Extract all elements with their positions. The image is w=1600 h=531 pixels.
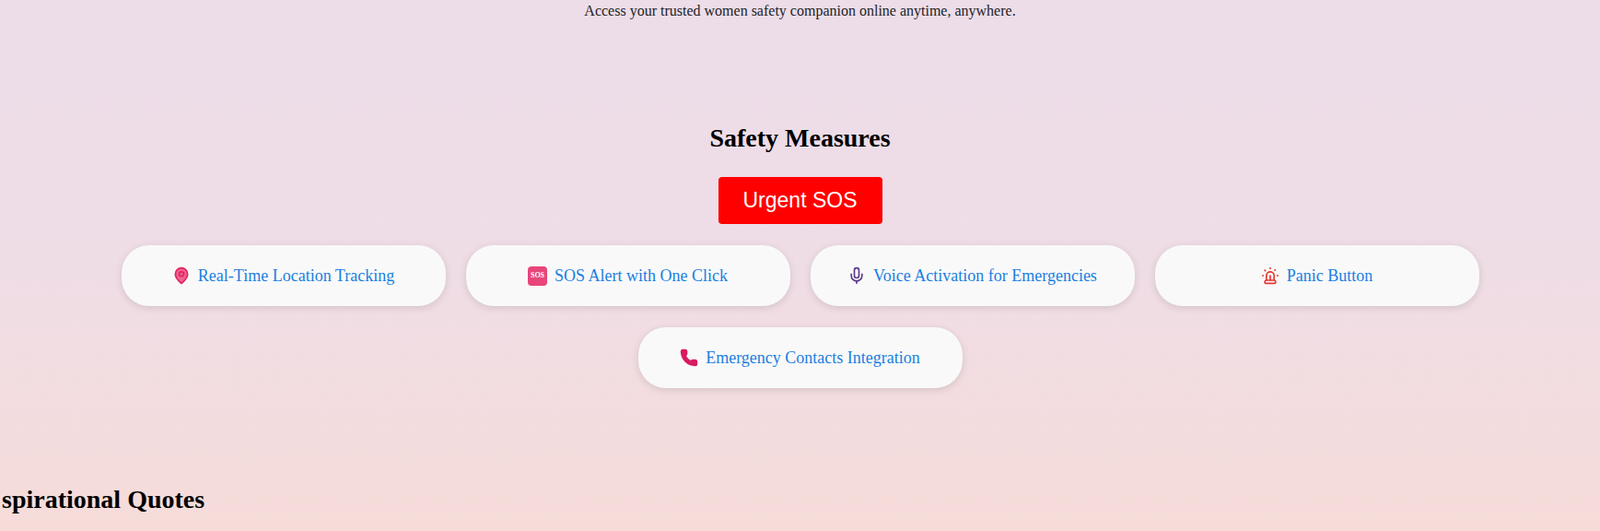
sos-icon: SOS	[527, 266, 548, 286]
feature-card[interactable]: SOS SOS Alert with One Click	[466, 245, 791, 306]
next-section-title: spirational Quotes	[0, 483, 1600, 515]
section-title: Safety Measures	[0, 122, 1600, 154]
feature-card[interactable]: Panic Button	[1155, 245, 1480, 306]
pin-icon	[172, 266, 191, 285]
phone-icon	[679, 348, 699, 367]
speaking-icon	[847, 266, 866, 285]
page: Access your trusted women safety compani…	[0, 0, 1600, 531]
feature-card[interactable]: Real-Time Location Tracking	[121, 245, 446, 306]
siren-icon	[1261, 266, 1280, 285]
feature-label: SOS Alert with One Click	[554, 263, 728, 289]
intro-text: Access your trusted women safety compani…	[0, 0, 1600, 21]
feature-label: Voice Activation for Emergencies	[873, 263, 1098, 289]
feature-label: Emergency Contacts Integration	[705, 345, 921, 371]
feature-label: Panic Button	[1286, 263, 1374, 289]
feature-label: Real-Time Location Tracking	[198, 263, 395, 289]
feature-list: Real-Time Location Tracking SOS SOS Alert …	[0, 245, 1600, 388]
urgent-sos-button[interactable]: Urgent SOS	[718, 176, 883, 224]
feature-card[interactable]: Emergency Contacts Integration	[638, 327, 963, 388]
feature-card[interactable]: Voice Activation for Emergencies	[810, 245, 1135, 306]
